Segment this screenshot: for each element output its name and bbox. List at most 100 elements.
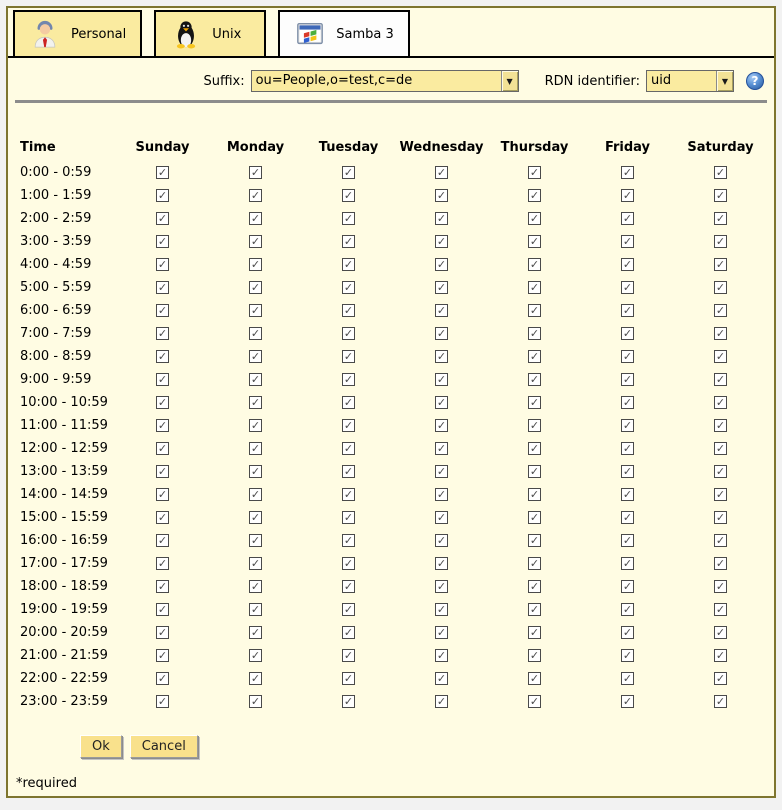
checkbox-checked[interactable]: ✓ [249, 511, 262, 524]
checkbox-checked[interactable]: ✓ [342, 488, 355, 501]
checkbox-checked[interactable]: ✓ [156, 258, 169, 271]
checkbox-checked[interactable]: ✓ [714, 396, 727, 409]
checkbox-checked[interactable]: ✓ [714, 235, 727, 248]
checkbox-checked[interactable]: ✓ [435, 465, 448, 478]
checkbox-checked[interactable]: ✓ [342, 649, 355, 662]
checkbox-checked[interactable]: ✓ [621, 304, 634, 317]
checkbox-checked[interactable]: ✓ [714, 672, 727, 685]
checkbox-checked[interactable]: ✓ [156, 557, 169, 570]
checkbox-checked[interactable]: ✓ [528, 488, 541, 501]
checkbox-checked[interactable]: ✓ [249, 304, 262, 317]
checkbox-checked[interactable]: ✓ [528, 534, 541, 547]
checkbox-checked[interactable]: ✓ [528, 603, 541, 616]
ok-button[interactable]: Ok [80, 735, 122, 758]
checkbox-checked[interactable]: ✓ [621, 511, 634, 524]
checkbox-checked[interactable]: ✓ [621, 649, 634, 662]
checkbox-checked[interactable]: ✓ [342, 419, 355, 432]
checkbox-checked[interactable]: ✓ [249, 557, 262, 570]
checkbox-checked[interactable]: ✓ [156, 350, 169, 363]
checkbox-checked[interactable]: ✓ [621, 465, 634, 478]
checkbox-checked[interactable]: ✓ [528, 281, 541, 294]
checkbox-checked[interactable]: ✓ [156, 511, 169, 524]
checkbox-checked[interactable]: ✓ [156, 189, 169, 202]
checkbox-checked[interactable]: ✓ [342, 189, 355, 202]
checkbox-checked[interactable]: ✓ [156, 281, 169, 294]
checkbox-checked[interactable]: ✓ [435, 166, 448, 179]
checkbox-checked[interactable]: ✓ [342, 695, 355, 708]
checkbox-checked[interactable]: ✓ [714, 258, 727, 271]
checkbox-checked[interactable]: ✓ [342, 557, 355, 570]
checkbox-checked[interactable]: ✓ [342, 212, 355, 225]
checkbox-checked[interactable]: ✓ [249, 258, 262, 271]
checkbox-checked[interactable]: ✓ [621, 603, 634, 616]
checkbox-checked[interactable]: ✓ [528, 695, 541, 708]
checkbox-checked[interactable]: ✓ [435, 557, 448, 570]
cancel-button[interactable]: Cancel [130, 735, 198, 758]
checkbox-checked[interactable]: ✓ [249, 373, 262, 386]
tab-unix[interactable]: Unix [154, 10, 266, 56]
dropdown-arrow-icon[interactable]: ▼ [501, 71, 518, 91]
checkbox-checked[interactable]: ✓ [342, 580, 355, 593]
checkbox-checked[interactable]: ✓ [249, 534, 262, 547]
checkbox-checked[interactable]: ✓ [714, 327, 727, 340]
checkbox-checked[interactable]: ✓ [435, 304, 448, 317]
checkbox-checked[interactable]: ✓ [435, 649, 448, 662]
checkbox-checked[interactable]: ✓ [714, 350, 727, 363]
checkbox-checked[interactable]: ✓ [249, 189, 262, 202]
suffix-select[interactable]: ou=People,o=test,c=de ▼ [251, 70, 519, 92]
checkbox-checked[interactable]: ✓ [342, 672, 355, 685]
checkbox-checked[interactable]: ✓ [249, 649, 262, 662]
checkbox-checked[interactable]: ✓ [528, 511, 541, 524]
checkbox-checked[interactable]: ✓ [621, 235, 634, 248]
checkbox-checked[interactable]: ✓ [342, 442, 355, 455]
checkbox-checked[interactable]: ✓ [435, 350, 448, 363]
checkbox-checked[interactable]: ✓ [528, 465, 541, 478]
checkbox-checked[interactable]: ✓ [714, 626, 727, 639]
checkbox-checked[interactable]: ✓ [435, 488, 448, 501]
checkbox-checked[interactable]: ✓ [621, 189, 634, 202]
checkbox-checked[interactable]: ✓ [621, 327, 634, 340]
rdn-identifier-select[interactable]: uid ▼ [646, 70, 734, 92]
checkbox-checked[interactable]: ✓ [342, 327, 355, 340]
checkbox-checked[interactable]: ✓ [156, 373, 169, 386]
checkbox-checked[interactable]: ✓ [435, 212, 448, 225]
checkbox-checked[interactable]: ✓ [249, 672, 262, 685]
checkbox-checked[interactable]: ✓ [714, 189, 727, 202]
checkbox-checked[interactable]: ✓ [156, 235, 169, 248]
checkbox-checked[interactable]: ✓ [435, 626, 448, 639]
tab-samba3[interactable]: Samba 3 [278, 10, 410, 56]
checkbox-checked[interactable]: ✓ [528, 396, 541, 409]
checkbox-checked[interactable]: ✓ [435, 695, 448, 708]
checkbox-checked[interactable]: ✓ [528, 649, 541, 662]
checkbox-checked[interactable]: ✓ [156, 488, 169, 501]
checkbox-checked[interactable]: ✓ [528, 350, 541, 363]
checkbox-checked[interactable]: ✓ [621, 396, 634, 409]
checkbox-checked[interactable]: ✓ [435, 235, 448, 248]
checkbox-checked[interactable]: ✓ [435, 396, 448, 409]
checkbox-checked[interactable]: ✓ [714, 649, 727, 662]
checkbox-checked[interactable]: ✓ [528, 672, 541, 685]
checkbox-checked[interactable]: ✓ [342, 373, 355, 386]
checkbox-checked[interactable]: ✓ [342, 304, 355, 317]
checkbox-checked[interactable]: ✓ [714, 373, 727, 386]
checkbox-checked[interactable]: ✓ [621, 373, 634, 386]
checkbox-checked[interactable]: ✓ [342, 534, 355, 547]
checkbox-checked[interactable]: ✓ [528, 442, 541, 455]
checkbox-checked[interactable]: ✓ [621, 488, 634, 501]
checkbox-checked[interactable]: ✓ [249, 166, 262, 179]
checkbox-checked[interactable]: ✓ [528, 557, 541, 570]
checkbox-checked[interactable]: ✓ [714, 465, 727, 478]
checkbox-checked[interactable]: ✓ [342, 626, 355, 639]
checkbox-checked[interactable]: ✓ [435, 327, 448, 340]
checkbox-checked[interactable]: ✓ [435, 189, 448, 202]
checkbox-checked[interactable]: ✓ [156, 442, 169, 455]
checkbox-checked[interactable]: ✓ [342, 603, 355, 616]
checkbox-checked[interactable]: ✓ [435, 419, 448, 432]
checkbox-checked[interactable]: ✓ [249, 695, 262, 708]
checkbox-checked[interactable]: ✓ [249, 603, 262, 616]
checkbox-checked[interactable]: ✓ [528, 304, 541, 317]
checkbox-checked[interactable]: ✓ [342, 258, 355, 271]
checkbox-checked[interactable]: ✓ [249, 419, 262, 432]
checkbox-checked[interactable]: ✓ [621, 695, 634, 708]
checkbox-checked[interactable]: ✓ [249, 235, 262, 248]
